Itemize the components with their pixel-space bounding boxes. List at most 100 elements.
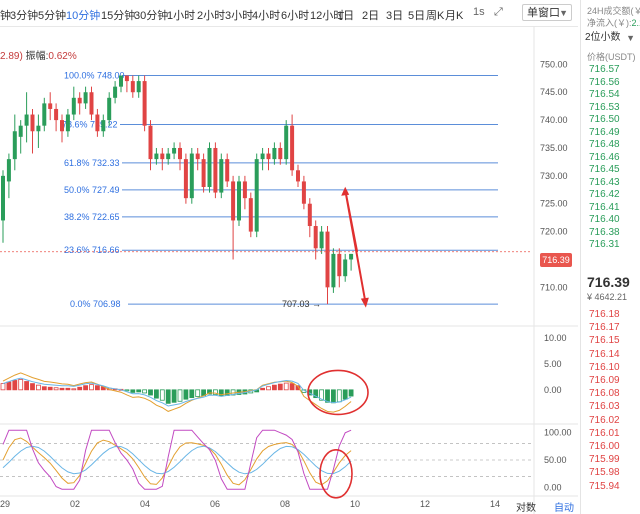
candle-body: [290, 125, 295, 171]
bid-price[interactable]: 715.99: [589, 454, 620, 465]
bid-price[interactable]: 716.01: [589, 428, 620, 439]
macd-bar: [83, 385, 88, 391]
fib-label: 23.6% 716.66: [64, 245, 120, 255]
candle-body: [36, 125, 41, 132]
candle-body: [130, 81, 135, 93]
timeframe-13[interactable]: 2日: [362, 7, 379, 23]
candle-body: [113, 86, 118, 98]
auto-scale-toggle[interactable]: 自动: [554, 499, 574, 514]
candle-body: [296, 170, 300, 182]
timeframe-3[interactable]: 10分钟: [66, 7, 100, 23]
timeframe-7[interactable]: 2小时: [197, 7, 225, 23]
bid-price[interactable]: 716.09: [589, 375, 620, 386]
timeframe-6[interactable]: 1小时: [167, 7, 195, 23]
x-tick-label: 10: [350, 499, 360, 509]
timeframe-1[interactable]: 3分钟: [10, 7, 38, 23]
ask-price[interactable]: 716.41: [589, 202, 620, 213]
macd-bar: [24, 381, 30, 391]
interval-label[interactable]: 1s: [473, 6, 485, 18]
candle-body: [83, 92, 88, 104]
candle-body: [248, 198, 253, 232]
ask-price[interactable]: 716.54: [589, 89, 620, 100]
x-tick-label: 12: [420, 499, 430, 509]
bid-price[interactable]: 716.00: [589, 441, 620, 452]
candle-body: [30, 114, 35, 132]
kdj-tick-label: 50.00: [544, 455, 567, 465]
x-tick-label: 29: [0, 499, 10, 509]
window-select[interactable]: 单窗口 ▼: [522, 4, 572, 21]
bid-price[interactable]: 715.98: [589, 467, 620, 478]
timeframe-2[interactable]: 5分钟: [38, 7, 66, 23]
macd-bar: [336, 389, 342, 403]
candle-body: [65, 114, 70, 132]
ask-price[interactable]: 716.49: [589, 127, 620, 138]
ask-price[interactable]: 716.56: [589, 77, 620, 88]
x-tick-label: 08: [280, 499, 290, 509]
candle-body: [242, 181, 247, 199]
candle-body: [284, 125, 289, 160]
candle-body: [101, 120, 106, 132]
ask-price[interactable]: 716.38: [589, 227, 620, 238]
bid-price[interactable]: 715.94: [589, 481, 620, 492]
timeframe-10[interactable]: 6小时: [281, 7, 309, 23]
ask-price[interactable]: 716.53: [589, 102, 620, 113]
candle-body: [195, 153, 200, 160]
low-annotation: 707.03 →: [282, 299, 321, 309]
timeframe-5[interactable]: 30分钟: [134, 7, 168, 23]
ask-price[interactable]: 716.31: [589, 239, 620, 250]
timeframe-14[interactable]: 3日: [386, 7, 403, 23]
bid-price[interactable]: 716.14: [589, 349, 620, 360]
price-tick-label: 735.00: [540, 143, 568, 153]
macd-dif-line: [2, 372, 352, 413]
ask-price[interactable]: 716.45: [589, 164, 620, 175]
candle-body: [349, 253, 354, 260]
macd-bar: [177, 389, 183, 402]
price-tick-label: 730.00: [540, 171, 568, 181]
fullscreen-icon[interactable]: ⤢: [494, 6, 503, 19]
timeframe-17[interactable]: 月K: [445, 7, 463, 23]
decimal-select[interactable]: 2位小数 ▼: [585, 30, 637, 46]
bid-price[interactable]: 716.02: [589, 415, 620, 426]
bid-price[interactable]: 716.03: [589, 401, 620, 412]
macd-bar: [171, 389, 177, 403]
ask-price[interactable]: 716.57: [589, 64, 620, 75]
ask-price[interactable]: 716.48: [589, 139, 620, 150]
timeframe-16[interactable]: 周K: [426, 7, 444, 23]
ask-price[interactable]: 716.43: [589, 177, 620, 188]
candle-body: [225, 159, 230, 182]
macd-bar: [95, 385, 100, 391]
timeframe-8[interactable]: 3小时: [225, 7, 253, 23]
macd-bar: [136, 389, 142, 393]
macd-bar: [330, 389, 336, 404]
ask-price[interactable]: 716.40: [589, 214, 620, 225]
timeframe-4[interactable]: 15分钟: [101, 7, 135, 23]
bid-price[interactable]: 716.17: [589, 322, 620, 333]
ask-price[interactable]: 716.42: [589, 189, 620, 200]
macd-bar: [283, 382, 289, 391]
log-scale-toggle[interactable]: 对数: [516, 499, 536, 514]
timeframe-15[interactable]: 5日: [408, 7, 425, 23]
bid-price[interactable]: 716.10: [589, 362, 620, 373]
bid-price[interactable]: 716.15: [589, 335, 620, 346]
candle-body: [325, 231, 330, 288]
candle-body: [201, 159, 206, 187]
macd-bar: [165, 389, 171, 404]
candle-body: [278, 147, 283, 160]
macd-bar: [189, 389, 195, 399]
candle-body: [266, 153, 271, 160]
net-inflow-label: 净流入(￥): [587, 18, 629, 28]
macd-bar: [59, 387, 65, 391]
timeframe-9[interactable]: 4小时: [252, 7, 280, 23]
ask-price[interactable]: 716.46: [589, 152, 620, 163]
ask-price[interactable]: 716.50: [589, 114, 620, 125]
candle-body: [337, 253, 342, 277]
timeframe-12[interactable]: 1日: [337, 7, 354, 23]
price-chart[interactable]: 750.00 745.00 740.00 735.00 730.00 725.00 720.…: [0, 26, 578, 514]
timeframe-toolbar: 钟 3分钟 5分钟 10分钟 15分钟 30分钟 1小时 2小时 3小时 4小时 6小时 12小时 1日…: [0, 0, 578, 27]
kdj-tick-label: 100.00: [544, 427, 572, 437]
candle-body: [6, 159, 11, 182]
candle-body: [60, 120, 64, 132]
bid-price[interactable]: 716.08: [589, 388, 620, 399]
macd-bar: [348, 389, 354, 397]
bid-price[interactable]: 716.18: [589, 309, 620, 320]
